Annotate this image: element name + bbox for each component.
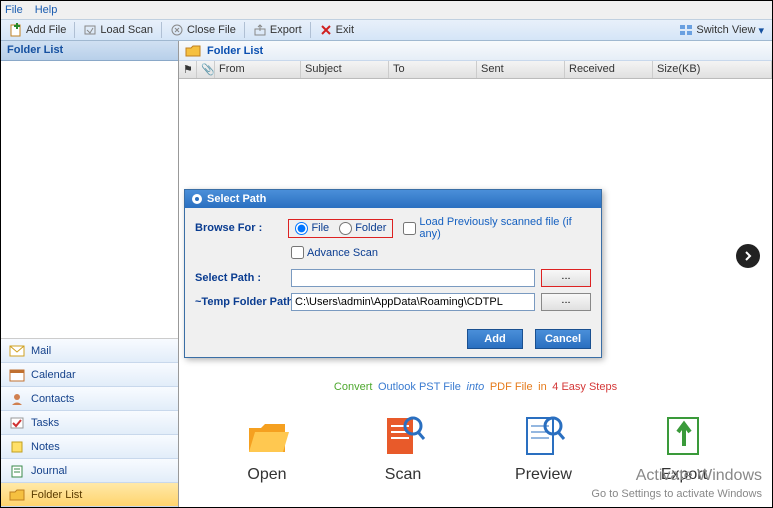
promo-heading: Convert Outlook PST File into PDF File i… — [199, 373, 752, 396]
chevron-down-icon: ▾ — [758, 24, 764, 37]
journal-icon — [9, 464, 25, 478]
exit-button[interactable]: Exit — [315, 22, 358, 38]
exit-label: Exit — [336, 24, 354, 36]
col-received[interactable]: Received — [565, 61, 653, 78]
export-label: Export — [270, 24, 302, 36]
select-path-label: Select Path : — [195, 272, 291, 284]
switch-view-icon — [679, 23, 693, 37]
tasks-icon — [9, 416, 25, 430]
nav-journal-label: Journal — [31, 465, 67, 477]
load-scan-icon — [83, 23, 97, 37]
nav-folder-list[interactable]: Folder List — [1, 483, 178, 507]
nav-folder-list-label: Folder List — [31, 489, 82, 501]
next-arrow-button[interactable] — [736, 244, 760, 268]
grid-header: ⚑ 📎 From Subject To Sent Received Size(K… — [179, 61, 772, 79]
dialog-title: Select Path — [207, 193, 266, 205]
menu-bar: File Help — [1, 1, 772, 19]
nav-contacts-label: Contacts — [31, 393, 74, 405]
nav-mail-label: Mail — [31, 345, 51, 357]
notes-icon — [9, 440, 25, 454]
folder-tree-pane: Folder List Mail Calendar Contacts Tasks… — [1, 41, 179, 507]
menu-file[interactable]: File — [5, 4, 23, 16]
step-open: Open — [243, 412, 291, 484]
browse-select-path-button[interactable]: ... — [541, 269, 591, 287]
col-size[interactable]: Size(KB) — [653, 61, 772, 78]
dialog-icon — [191, 193, 203, 205]
close-file-icon — [170, 23, 184, 37]
add-button[interactable]: Add — [467, 329, 523, 349]
add-file-label: Add File — [26, 24, 66, 36]
windows-activation-watermark: Activate Windows Go to Settings to activ… — [591, 466, 762, 501]
preview-icon — [519, 412, 567, 460]
folder-list-header: Folder List — [1, 41, 178, 61]
close-file-button[interactable]: Close File — [166, 22, 240, 38]
export-icon — [253, 23, 267, 37]
close-file-label: Close File — [187, 24, 236, 36]
nav-calendar-label: Calendar — [31, 369, 76, 381]
nav-notes[interactable]: Notes — [1, 435, 178, 459]
contacts-icon — [9, 392, 25, 406]
load-previous-checkbox[interactable]: Load Previously scanned file (if any) — [403, 216, 591, 240]
nav-mail[interactable]: Mail — [1, 339, 178, 363]
chevron-right-icon — [742, 250, 754, 262]
export-step-icon — [660, 412, 708, 460]
mail-icon — [9, 344, 25, 358]
cancel-button[interactable]: Cancel — [535, 329, 591, 349]
nav-calendar[interactable]: Calendar — [1, 363, 178, 387]
col-to[interactable]: To — [389, 61, 477, 78]
nav-notes-label: Notes — [31, 441, 60, 453]
export-button[interactable]: Export — [249, 22, 306, 38]
nav-contacts[interactable]: Contacts — [1, 387, 178, 411]
browse-for-radio-group: File Folder — [288, 219, 393, 238]
col-attachment-icon[interactable]: 📎 — [197, 61, 215, 78]
radio-file[interactable]: File — [295, 222, 329, 235]
nav-tasks-label: Tasks — [31, 417, 59, 429]
select-path-dialog: Select Path Browse For : File Folder Loa… — [184, 189, 602, 358]
toolbar: Add File Load Scan Close File Export Exi… — [1, 19, 772, 41]
scan-icon — [379, 412, 427, 460]
folder-list-title: Folder List — [179, 41, 772, 61]
browse-temp-path-button[interactable]: ... — [541, 293, 591, 311]
col-sent[interactable]: Sent — [477, 61, 565, 78]
nav-tasks[interactable]: Tasks — [1, 411, 178, 435]
add-file-icon — [9, 23, 23, 37]
switch-view-label: Switch View — [696, 24, 755, 36]
folder-open-icon — [185, 44, 201, 58]
folder-tree[interactable] — [1, 61, 178, 339]
col-from[interactable]: From — [215, 61, 301, 78]
open-folder-icon — [243, 412, 291, 460]
step-scan: Scan — [379, 412, 427, 484]
switch-view-button[interactable]: Switch View ▾ — [675, 22, 768, 38]
nav-journal[interactable]: Journal — [1, 459, 178, 483]
folder-icon — [9, 488, 25, 502]
advance-scan-checkbox[interactable]: Advance Scan — [291, 246, 591, 259]
load-scan-label: Load Scan — [100, 24, 153, 36]
add-file-button[interactable]: Add File — [5, 22, 70, 38]
radio-folder[interactable]: Folder — [339, 222, 386, 235]
select-path-input[interactable] — [291, 269, 535, 287]
col-subject[interactable]: Subject — [301, 61, 389, 78]
calendar-icon — [9, 368, 25, 382]
temp-path-input[interactable] — [291, 293, 535, 311]
browse-for-label: Browse For : — [195, 222, 288, 234]
menu-help[interactable]: Help — [35, 4, 58, 16]
dialog-title-bar[interactable]: Select Path — [185, 190, 601, 208]
exit-icon — [319, 23, 333, 37]
col-flag-icon[interactable]: ⚑ — [179, 61, 197, 78]
temp-path-label: ~Temp Folder Path : — [195, 296, 291, 308]
step-preview: Preview — [515, 412, 572, 484]
load-scan-button[interactable]: Load Scan — [79, 22, 157, 38]
